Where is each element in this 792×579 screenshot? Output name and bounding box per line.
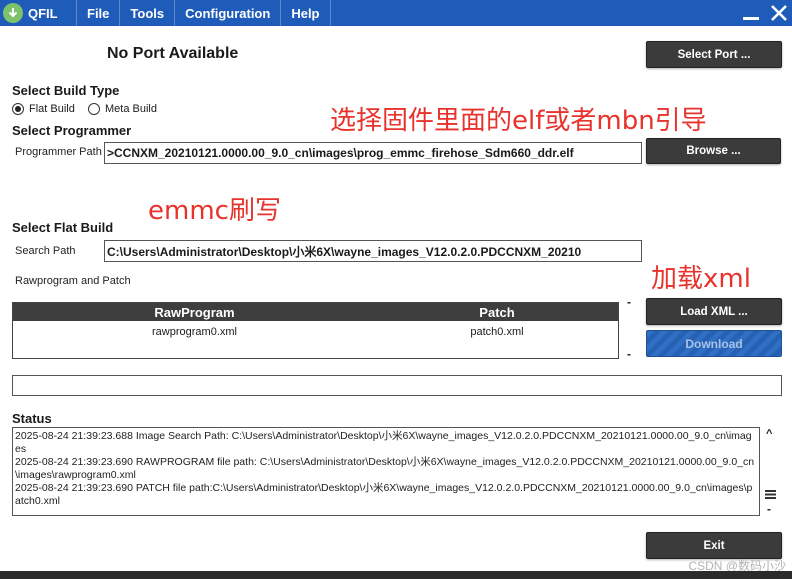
radio-flat-build-label: Flat Build: [29, 103, 75, 115]
app-title: QFIL: [28, 5, 58, 21]
flat-build-title: Select Flat Build: [12, 220, 114, 235]
scroll-thumb-icon[interactable]: [765, 490, 776, 499]
xml-table-header: RawProgram Patch: [13, 303, 618, 321]
programmer-path-label: Programmer Path: [15, 146, 102, 158]
status-line: 2025-08-24 21:39:23.690 RAWPROGRAM file …: [15, 456, 755, 481]
table-dash-top: -: [627, 295, 631, 309]
select-port-button[interactable]: Select Port ...: [646, 41, 782, 68]
status-log[interactable]: 2025-08-24 21:39:23.688 Image Search Pat…: [12, 427, 760, 516]
app-brand: QFIL: [0, 0, 77, 26]
bottom-strip: [0, 571, 792, 579]
menu-configuration[interactable]: Configuration: [175, 0, 282, 26]
column-header-rawprogram: RawProgram: [154, 304, 235, 320]
browse-button[interactable]: Browse ...: [646, 138, 781, 164]
menu-file[interactable]: File: [77, 0, 121, 26]
load-xml-button[interactable]: Load XML ...: [646, 298, 782, 325]
annotation-elf-mbn: 选择固件里面的elf或者mbn引导: [330, 106, 707, 136]
cell-patch: patch0.xml: [470, 326, 524, 338]
title-bar: QFIL File Tools Configuration Help: [0, 0, 792, 26]
port-status: No Port Available: [107, 45, 239, 62]
raw-patch-label: Rawprogram and Patch: [15, 275, 131, 287]
close-icon[interactable]: [770, 4, 788, 22]
table-dash-bottom: -: [627, 347, 631, 361]
build-type-title: Select Build Type: [12, 83, 120, 98]
exit-button[interactable]: Exit: [646, 532, 782, 559]
radio-meta-build-label: Meta Build: [105, 103, 157, 115]
annotation-load-xml: 加载xml: [651, 264, 751, 294]
status-title: Status: [12, 411, 52, 426]
column-header-patch: Patch: [479, 304, 515, 320]
minimize-icon[interactable]: [742, 4, 760, 22]
menu-tools[interactable]: Tools: [120, 0, 176, 26]
scroll-dash: -: [767, 502, 771, 516]
scroll-up-icon[interactable]: ^: [766, 428, 772, 440]
cell-rawprogram: rawprogram0.xml: [152, 326, 237, 338]
radio-unselected-icon: [88, 103, 100, 115]
xml-table: RawProgram Patch rawprogram0.xml patch0.…: [12, 302, 619, 359]
status-line: 2025-08-24 21:39:23.690 PATCH file path:…: [15, 482, 753, 507]
radio-meta-build[interactable]: Meta Build: [88, 103, 157, 115]
progress-bar: [12, 375, 782, 396]
radio-selected-icon: [12, 103, 24, 115]
menu-help[interactable]: Help: [281, 0, 331, 26]
search-path-label: Search Path: [15, 245, 76, 257]
programmer-path-field[interactable]: >CCNXM_20210121.0000.00_9.0_cn\images\pr…: [104, 142, 642, 164]
qfil-logo-icon: [3, 3, 23, 23]
annotation-emmc: emmc刷写: [148, 196, 281, 226]
status-line: 2025-08-24 21:39:23.688 Image Search Pat…: [15, 430, 752, 455]
radio-flat-build[interactable]: Flat Build: [12, 103, 75, 115]
table-row[interactable]: rawprogram0.xml patch0.xml: [13, 321, 618, 343]
search-path-field[interactable]: C:\Users\Administrator\Desktop\小米6X\wayn…: [104, 240, 642, 262]
programmer-title: Select Programmer: [12, 123, 132, 138]
download-button[interactable]: Download: [646, 330, 782, 357]
